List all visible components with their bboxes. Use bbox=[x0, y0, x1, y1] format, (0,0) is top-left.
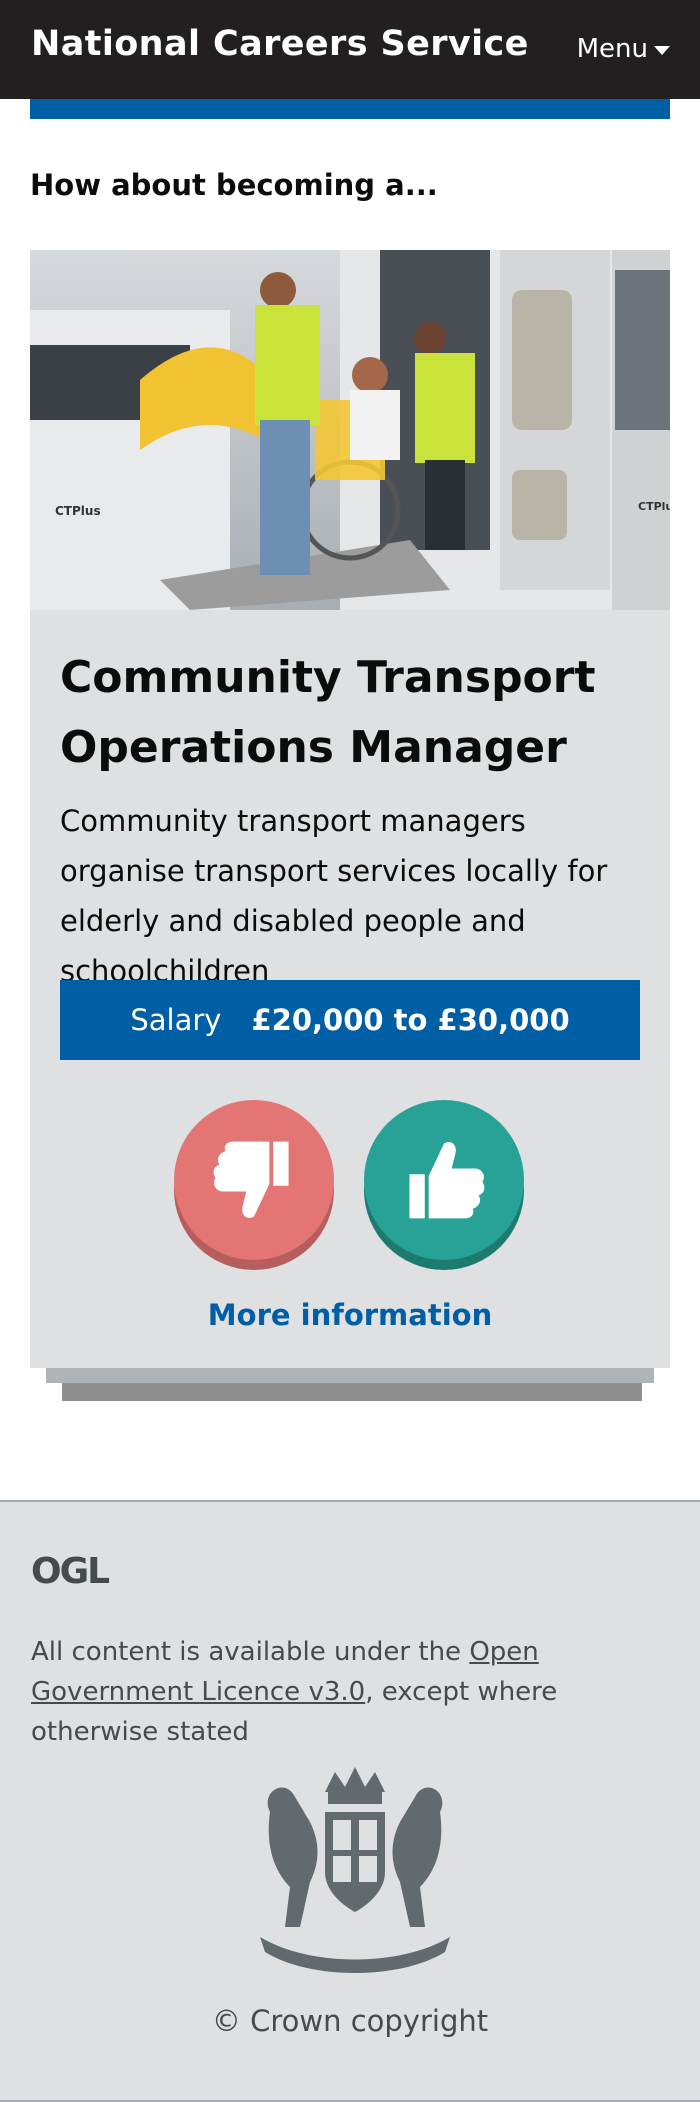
crown-copyright-link[interactable]: © Crown copyright bbox=[0, 2004, 700, 2038]
royal-coat-of-arms bbox=[260, 1767, 450, 1973]
thumbs-down-icon bbox=[213, 1141, 289, 1218]
menu-label: Menu bbox=[576, 34, 648, 64]
site-header: National Careers Service Menu bbox=[0, 0, 700, 99]
career-title: Community Transport Operations Manager bbox=[60, 652, 596, 773]
svg-text:CTPlus: CTPlus bbox=[55, 504, 101, 518]
salary-value: £20,000 to £30,000 bbox=[251, 1003, 570, 1037]
svg-text:CTPlus: CTPlus bbox=[638, 500, 670, 513]
dislike-button[interactable] bbox=[174, 1100, 334, 1270]
like-button[interactable] bbox=[364, 1100, 524, 1270]
career-description: Community transport managers organise tr… bbox=[60, 804, 608, 988]
ogl-logo[interactable]: OGL bbox=[31, 1550, 117, 1588]
salary-banner: Salary £20,000 to £30,000 bbox=[60, 980, 640, 1060]
thumbs-up-icon bbox=[409, 1142, 485, 1219]
career-card: CTPlus CTPlus Communit bbox=[30, 250, 670, 1368]
dislike-button-face bbox=[174, 1100, 334, 1260]
card-stack-layer-2 bbox=[62, 1383, 642, 1401]
site-footer: OGL All content is available under the O… bbox=[0, 1500, 700, 2102]
card-stack-layer-1 bbox=[46, 1368, 654, 1383]
caret-down-icon bbox=[654, 46, 670, 55]
more-information-link[interactable]: More information bbox=[30, 1298, 670, 1332]
licence-text: All content is available under the Open … bbox=[31, 1632, 671, 1752]
like-button-face bbox=[364, 1100, 524, 1260]
svg-text:OGL: OGL bbox=[31, 1551, 109, 1588]
licence-prefix: All content is available under the bbox=[31, 1637, 470, 1667]
site-brand[interactable]: National Careers Service bbox=[31, 24, 529, 64]
lead-heading: How about becoming a... bbox=[30, 168, 438, 202]
menu-button[interactable]: Menu bbox=[577, 34, 670, 64]
career-photo: CTPlus CTPlus bbox=[30, 250, 670, 610]
header-accent-bar bbox=[30, 99, 670, 119]
salary-label: Salary bbox=[130, 1003, 222, 1037]
